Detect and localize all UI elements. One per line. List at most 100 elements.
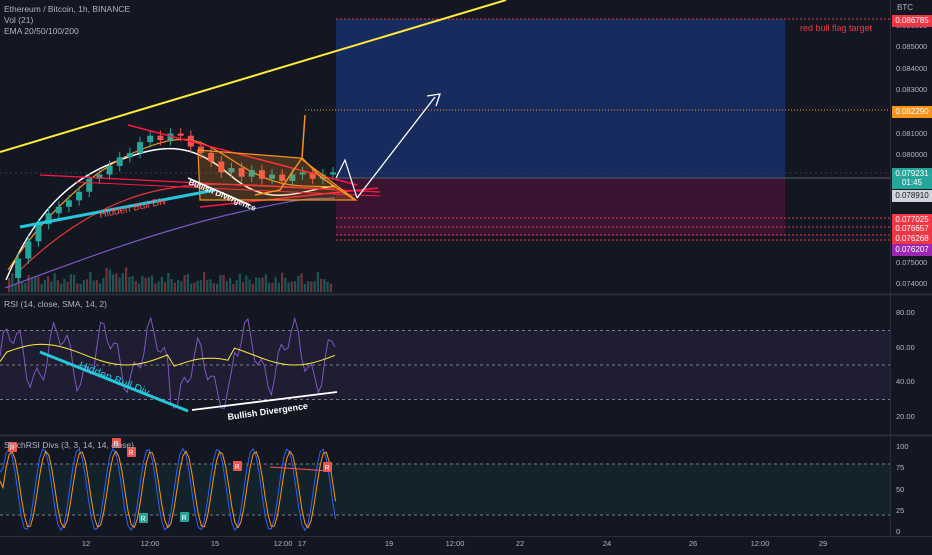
symbol-legend[interactable]: Ethereum / Bitcoin, 1h, BINANCE <box>4 4 130 15</box>
time-tick: 19 <box>384 539 394 548</box>
volume-bar <box>196 280 199 292</box>
volume-bar <box>284 277 287 292</box>
volume-bar <box>303 283 306 292</box>
volume-bar <box>56 280 59 292</box>
volume-bar <box>277 282 280 292</box>
volume-bar <box>115 273 118 292</box>
volume-bar <box>245 275 248 292</box>
volume-bar <box>255 277 258 292</box>
candle-body <box>15 258 22 278</box>
volume-bar <box>183 275 186 292</box>
volume-bar <box>92 280 95 292</box>
candle-body <box>65 200 72 207</box>
volume-bar <box>323 278 326 292</box>
time-tick: 12 <box>81 539 91 548</box>
sell-marker-text: R <box>325 465 330 472</box>
price-tag: 0.078910 <box>892 190 932 202</box>
volume-bar <box>281 272 284 292</box>
volume-bar <box>177 280 180 292</box>
volume-bar <box>261 277 264 292</box>
buy-marker-text: R <box>182 515 187 522</box>
candle-body <box>116 157 123 166</box>
stoch-tick: 75 <box>896 463 905 473</box>
time-tick: 12:00 <box>445 539 465 548</box>
price-tag: 0.082290 <box>892 106 932 118</box>
volume-bar <box>203 272 206 292</box>
stoch-tick: 0 <box>896 527 901 536</box>
volume-bar <box>144 278 147 292</box>
volume-bar <box>173 282 176 292</box>
time-tick: 12:00 <box>273 539 293 548</box>
hidden-div-label: Hidden Bull Div <box>98 196 167 221</box>
volume-bar <box>66 281 69 292</box>
volume-bar <box>82 280 85 292</box>
volume-bar <box>212 283 215 292</box>
candle-body <box>106 165 113 175</box>
volume-bar <box>102 277 105 292</box>
time-tick: 17 <box>297 539 307 548</box>
candle-body <box>76 191 83 201</box>
volume-bar <box>34 276 37 292</box>
rsi-legend[interactable]: RSI (14, close, SMA, 14, 2) <box>4 299 107 310</box>
rsi-tick: 60.00 <box>896 342 915 352</box>
volume-bar <box>121 273 124 292</box>
volume-bar <box>232 283 235 292</box>
volume-bar <box>320 278 323 292</box>
volume-bar <box>222 274 225 292</box>
stoch-pane: RRRR RR R <box>0 438 890 532</box>
volume-bar <box>73 274 76 292</box>
volume-bar <box>128 276 131 292</box>
stoch-band <box>0 464 890 515</box>
volume-bar <box>131 275 134 292</box>
volume-bar <box>60 283 63 292</box>
volume-bar <box>307 281 310 292</box>
time-tick: 12:00 <box>750 539 770 548</box>
flag-pole <box>301 114 306 159</box>
candle-body <box>137 142 144 153</box>
candle-body <box>330 172 336 175</box>
volume-bar <box>209 279 212 292</box>
price-tick: 0.083000 <box>896 85 928 95</box>
rsi-tick: 20.00 <box>896 411 915 421</box>
volume-bar <box>206 279 209 292</box>
volume-bar <box>138 283 141 292</box>
time-tick: 22 <box>515 539 525 548</box>
volume-bar <box>79 283 82 292</box>
rsi-tick: 80.00 <box>896 308 915 318</box>
volume-bar <box>242 282 245 292</box>
volume-bar <box>151 275 154 292</box>
rsi-pane: Hidden Bull DivBullish Divergence <box>0 316 890 422</box>
volume-bar <box>147 277 150 292</box>
volume-legend[interactable]: Vol (21) <box>4 15 33 26</box>
buy-marker-text: R <box>141 516 146 523</box>
volume-bar <box>69 274 72 292</box>
chart-stage[interactable]: Hidden Bull Div Bullish Divergence Hidden … <box>0 0 932 550</box>
time-tick: 26 <box>688 539 698 548</box>
target-annotation: red bull flag target <box>800 23 873 33</box>
volume-bar <box>186 273 189 292</box>
volume-bar <box>287 282 290 292</box>
volume-bar <box>112 274 115 292</box>
rsi-tick: 40.00 <box>896 377 915 387</box>
stochrsi-legend[interactable]: StochRSI Divs (3, 3, 14, 14, close) <box>4 440 134 451</box>
candle-body <box>86 178 93 192</box>
candle-body <box>126 152 133 158</box>
volume-bar <box>297 275 300 292</box>
ema-legend[interactable]: EMA 20/50/100/200 <box>4 26 79 37</box>
currency-label: BTC <box>897 3 913 12</box>
volume-bar <box>21 282 24 292</box>
stoch-tick: 50 <box>896 484 905 494</box>
sell-marker-text: R <box>129 450 134 457</box>
volume-bar <box>268 282 271 292</box>
volume-bar <box>216 283 219 292</box>
volume-bar <box>141 276 144 292</box>
volume-bar <box>235 280 238 292</box>
volume-bar <box>118 277 121 292</box>
volume-bar <box>95 279 98 292</box>
volume-bar <box>258 277 261 292</box>
volume-bar <box>76 283 79 292</box>
chart-canvas[interactable]: Hidden Bull Div Bullish DivergenceHidden … <box>0 0 932 550</box>
stoch-tick: 25 <box>896 505 905 515</box>
sell-marker-text: R <box>235 464 240 471</box>
price-pane: Hidden Bull Div Bullish Divergence <box>0 0 890 292</box>
